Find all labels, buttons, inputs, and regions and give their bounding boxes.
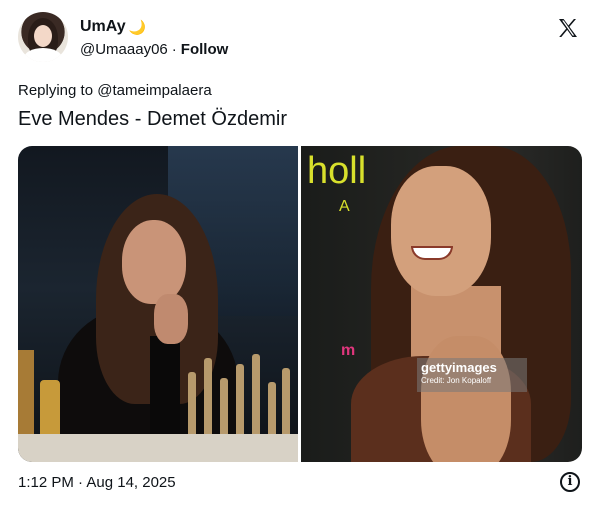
- replying-to-line: Replying to @tameimpalaera: [18, 82, 212, 99]
- info-icon[interactable]: i: [560, 472, 580, 492]
- bottle-gold: [40, 380, 60, 440]
- crescent-moon-icon: 🌙: [128, 19, 147, 35]
- author-display-name[interactable]: UmAy: [80, 18, 126, 36]
- watermark-brand: gettyimages: [421, 360, 497, 375]
- author-handle[interactable]: @Umaaay06: [80, 41, 168, 58]
- brush: [204, 358, 212, 442]
- watermark-credit: Credit: Jon Kopaloff: [421, 376, 492, 385]
- brush: [268, 382, 276, 442]
- brush: [220, 378, 228, 442]
- shoulder: [421, 336, 511, 462]
- left-photo[interactable]: [18, 146, 298, 462]
- bottle-left: [18, 350, 34, 440]
- smiling-face: [391, 166, 491, 296]
- author-name-line[interactable]: UmAy 🌙: [80, 18, 146, 36]
- right-photo[interactable]: holl A m gettyimages Credit: Jon Kopalof…: [301, 146, 582, 462]
- background-sign-text: holl: [307, 150, 367, 192]
- background-sign-letter: A: [339, 198, 350, 215]
- face: [122, 220, 186, 304]
- x-logo-icon[interactable]: [556, 16, 580, 40]
- avatar-face: [34, 25, 52, 47]
- tweet-header: UmAy 🌙 @Umaaay06 · Follow: [18, 12, 582, 66]
- hand-under-chin: [154, 294, 188, 344]
- table-surface: [18, 434, 298, 462]
- tweet-text: Eve Mendes - Demet Özdemir: [18, 108, 287, 130]
- brush: [282, 368, 290, 442]
- author-handle-line: @Umaaay06 · Follow: [80, 41, 228, 58]
- avatar-shirt: [24, 48, 62, 62]
- tweet-media: holl A m gettyimages Credit: Jon Kopalof…: [18, 146, 582, 462]
- separator-dot: ·: [171, 41, 177, 58]
- brush: [188, 372, 196, 442]
- background-pink-text: m: [341, 342, 356, 359]
- brush: [236, 364, 244, 442]
- avatar[interactable]: [18, 12, 68, 62]
- replying-to-mention[interactable]: @tameimpalaera: [97, 82, 211, 99]
- follow-button[interactable]: Follow: [181, 41, 229, 58]
- brush: [252, 354, 260, 442]
- makeup-brushes: [168, 352, 298, 442]
- getty-watermark: gettyimages Credit: Jon Kopaloff: [417, 358, 527, 392]
- replying-to-prefix: Replying to: [18, 82, 94, 99]
- tweet-timestamp[interactable]: 1:12 PM · Aug 14, 2025: [18, 474, 176, 491]
